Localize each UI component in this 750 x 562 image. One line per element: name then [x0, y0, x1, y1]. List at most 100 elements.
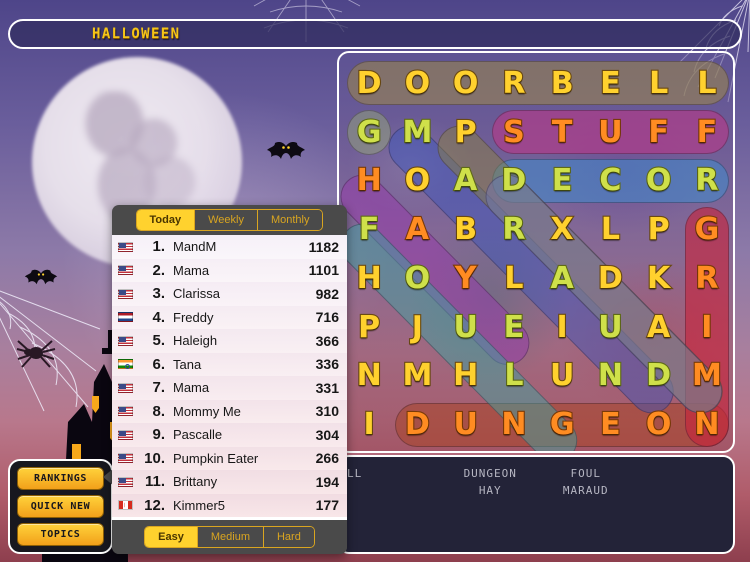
grid-cell-r1-c0[interactable]: G [345, 108, 393, 157]
grid-cell-r4-c3[interactable]: L [490, 254, 538, 303]
grid-cell-r7-c0[interactable]: I [345, 400, 393, 449]
grid-cell-r2-c4[interactable]: E [538, 157, 586, 206]
tab-weekly[interactable]: Weekly [195, 210, 258, 230]
grid-cell-r4-c4[interactable]: A [538, 254, 586, 303]
rank-number: 3. [152, 285, 165, 303]
grid-cell-r1-c5[interactable]: U [586, 108, 634, 157]
grid-cell-r1-c3[interactable]: S [490, 108, 538, 157]
grid-cell-r6-c0[interactable]: N [345, 352, 393, 401]
grid-cell-r5-c0[interactable]: P [345, 303, 393, 352]
grid-cell-r0-c1[interactable]: O [393, 59, 441, 108]
grid-cell-r2-c2[interactable]: A [442, 157, 490, 206]
leaderboard-row[interactable]: 12. Kimmer5 177 [112, 493, 347, 517]
tab-today[interactable]: Today [136, 210, 196, 230]
leaderboard-row[interactable]: 8. Mommy Me 310 [112, 399, 347, 423]
grid-cell-r0-c0[interactable]: D [345, 59, 393, 108]
difficulty-hard[interactable]: Hard [263, 527, 314, 547]
leaderboard-row[interactable]: 3. Clarissa 982 [112, 282, 347, 306]
country-flag-icon [118, 500, 133, 511]
leaderboard-row[interactable]: 5. Haleigh 366 [112, 329, 347, 353]
grid-cell-r2-c6[interactable]: O [635, 157, 683, 206]
grid-cell-r4-c2[interactable]: Y [442, 254, 490, 303]
grid-cell-r7-c2[interactable]: U [442, 400, 490, 449]
grid-cell-r3-c2[interactable]: B [442, 205, 490, 254]
grid-cell-r7-c6[interactable]: O [635, 400, 683, 449]
grid-cell-r3-c1[interactable]: A [393, 205, 441, 254]
topics-button[interactable]: TOPICS [17, 523, 104, 546]
grid-cell-r4-c1[interactable]: O [393, 254, 441, 303]
grid-cell-r3-c5[interactable]: L [586, 205, 634, 254]
grid-cell-r1-c7[interactable]: F [683, 108, 731, 157]
country-flag-icon [118, 453, 133, 464]
grid-cell-r4-c6[interactable]: K [635, 254, 683, 303]
grid-cell-r1-c4[interactable]: T [538, 108, 586, 157]
grid-cell-r2-c7[interactable]: R [683, 157, 731, 206]
grid-cell-r5-c3[interactable]: E [490, 303, 538, 352]
grid-cell-r5-c7[interactable]: I [683, 303, 731, 352]
grid-cell-r3-c3[interactable]: R [490, 205, 538, 254]
leaderboard-row[interactable]: 10. Pumpkin Eater 266 [112, 446, 347, 470]
grid-cell-r5-c4[interactable]: I [538, 303, 586, 352]
leaderboard-row[interactable]: 4. Freddy 716 [112, 305, 347, 329]
grid-cell-r7-c1[interactable]: D [393, 400, 441, 449]
grid-cell-r0-c2[interactable]: O [442, 59, 490, 108]
leaderboard-row[interactable]: 7. Mama 331 [112, 376, 347, 400]
player-name: Pascalle [173, 427, 223, 443]
grid-cell-r3-c0[interactable]: F [345, 205, 393, 254]
grid-cell-r3-c6[interactable]: P [635, 205, 683, 254]
grid-cell-r5-c5[interactable]: U [586, 303, 634, 352]
grid-cell-r2-c3[interactable]: D [490, 157, 538, 206]
grid-cell-r1-c2[interactable]: P [442, 108, 490, 157]
difficulty-easy[interactable]: Easy [145, 527, 198, 547]
grid-cell-r0-c3[interactable]: R [490, 59, 538, 108]
grid-cell-r0-c5[interactable]: E [586, 59, 634, 108]
leaderboard-row[interactable]: 2. Mama 1101 [112, 258, 347, 282]
grid-cell-r7-c4[interactable]: G [538, 400, 586, 449]
grid-cell-r2-c5[interactable]: C [586, 157, 634, 206]
grid-cell-r3-c7[interactable]: G [683, 205, 731, 254]
grid-cell-r3-c4[interactable]: X [538, 205, 586, 254]
grid-cell-r6-c4[interactable]: U [538, 352, 586, 401]
tab-monthly[interactable]: Monthly [257, 210, 323, 230]
player-score: 177 [315, 497, 339, 514]
grid-cell-r4-c5[interactable]: D [586, 254, 634, 303]
page-title: HALLOWEEN [92, 26, 181, 42]
grid-cell-r6-c7[interactable]: M [683, 352, 731, 401]
grid-cell-r1-c6[interactable]: F [635, 108, 683, 157]
grid-cell-r4-c0[interactable]: H [345, 254, 393, 303]
grid-cell-r6-c3[interactable]: L [490, 352, 538, 401]
grid-cell-r6-c2[interactable]: H [442, 352, 490, 401]
grid-cell-r0-c7[interactable]: L [683, 59, 731, 108]
leaderboard-list[interactable]: 1. MandM 1182 2. Mama 1101 3. Clarissa 982 4. Fred… [112, 235, 347, 520]
grid-cell-r4-c7[interactable]: R [683, 254, 731, 303]
rank-number: 5. [152, 332, 165, 350]
grid-cell-r2-c1[interactable]: O [393, 157, 441, 206]
grid-cell-r7-c5[interactable]: E [586, 400, 634, 449]
quick-new-button[interactable]: QUICK NEW [17, 495, 104, 518]
word-list-strip: LL DUNGEONHAY FOULMARAUD ♫ ⚙ ? [337, 455, 735, 554]
leaderboard-row[interactable]: 11. Brittany 194 [112, 470, 347, 494]
grid-cell-r6-c1[interactable]: M [393, 352, 441, 401]
letter-grid[interactable]: DOORBELLGMPSTUFFHOADECORFABRXLPGHOYLADKR… [345, 59, 731, 449]
grid-cell-r7-c7[interactable]: N [683, 400, 731, 449]
rank-number: 9. [152, 426, 165, 444]
grid-cell-r5-c1[interactable]: J [393, 303, 441, 352]
word-column-2: DUNGEON HAY [443, 465, 539, 548]
bat-icon [267, 142, 305, 159]
grid-cell-r6-c5[interactable]: N [586, 352, 634, 401]
grid-cell-r0-c4[interactable]: B [538, 59, 586, 108]
grid-cell-r1-c1[interactable]: M [393, 108, 441, 157]
grid-cell-r7-c3[interactable]: N [490, 400, 538, 449]
leaderboard-row[interactable]: 1. MandM 1182 [112, 235, 347, 259]
grid-cell-r0-c6[interactable]: L [635, 59, 683, 108]
grid-cell-r6-c6[interactable]: D [635, 352, 683, 401]
player-name: Mama [173, 380, 210, 396]
grid-cell-r5-c6[interactable]: A [635, 303, 683, 352]
leaderboard-row[interactable]: 6. Tana 336 [112, 352, 347, 376]
difficulty-medium[interactable]: Medium [197, 527, 264, 547]
grid-cell-r5-c2[interactable]: U [442, 303, 490, 352]
grid-cell-r2-c0[interactable]: H [345, 157, 393, 206]
rankings-button[interactable]: RANKINGS [17, 467, 104, 490]
word-search-grid-panel[interactable]: DOORBELLGMPSTUFFHOADECORFABRXLPGHOYLADKR… [337, 51, 735, 453]
leaderboard-row[interactable]: 9. Pascalle 304 [112, 423, 347, 447]
